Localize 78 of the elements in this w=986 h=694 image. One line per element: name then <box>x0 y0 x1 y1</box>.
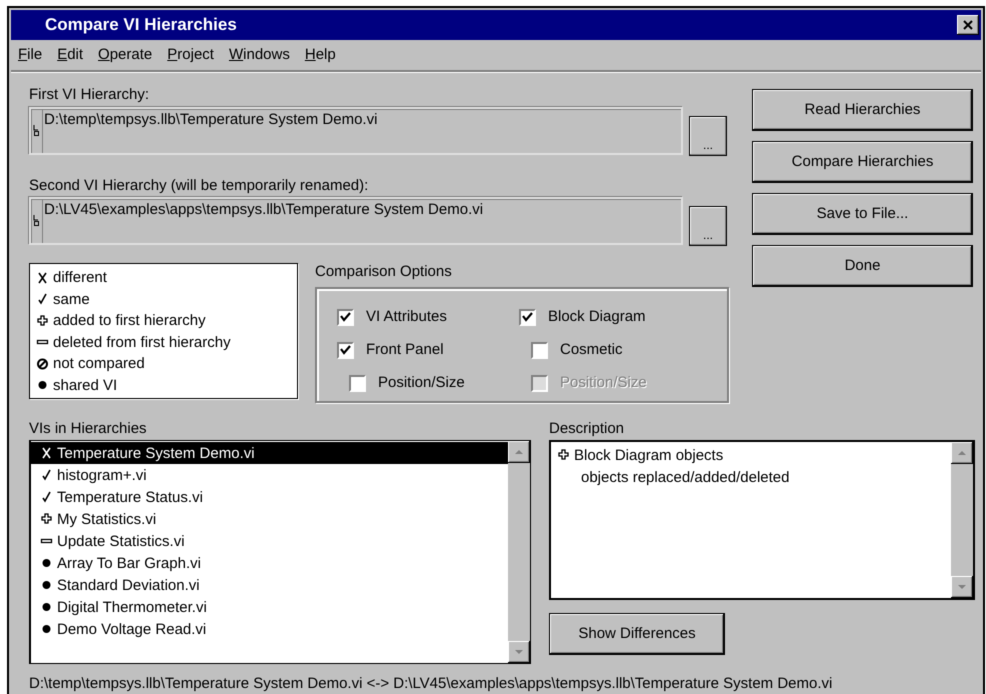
dialog-button[interactable]: Compare Hierarchies <box>752 141 973 183</box>
dialog-button[interactable]: Done <box>752 245 973 287</box>
scroll-down-button[interactable] <box>951 576 973 598</box>
hierarchy-icon <box>33 215 40 227</box>
field-label: First VI Hierarchy: <box>29 85 150 105</box>
dot-icon <box>40 600 53 614</box>
list-item[interactable]: Temperature System Demo.vi <box>31 442 508 464</box>
checkbox-label[interactable]: Front Panel <box>366 338 444 362</box>
scrollbar[interactable] <box>508 441 530 663</box>
up-arrow-icon <box>513 447 525 457</box>
list-item[interactable]: Demo Voltage Read.vi <box>31 618 508 640</box>
group-title: Comparison Options <box>315 262 453 282</box>
plus-icon <box>557 448 570 462</box>
list-title: VIs in Hierarchies <box>29 418 148 438</box>
checkbox-label[interactable]: VI Attributes <box>366 306 447 328</box>
checkbox[interactable] <box>349 374 366 392</box>
window-title: Compare VI Hierarchies <box>45 14 237 36</box>
checkbox-label[interactable]: Block Diagram <box>548 306 646 328</box>
checkbox[interactable] <box>519 308 536 326</box>
menu-item[interactable]: Project <box>166 44 215 66</box>
different-icon <box>36 270 49 285</box>
show-differences-button[interactable]: Show Differences <box>549 613 725 655</box>
dialog-button[interactable]: Read Hierarchies <box>752 89 973 131</box>
checkbox[interactable] <box>337 308 354 326</box>
legend-text: not compared <box>53 356 145 372</box>
path-text: D:\LV45\examples\apps\tempsys.llb\Temperature System Demo.vi <box>42 199 484 243</box>
hierarchy-icon <box>33 124 40 136</box>
down-arrow-icon <box>513 647 525 657</box>
menu-item[interactable]: Edit <box>56 44 84 66</box>
status-text: D:\temp\tempsys.llb\Temperature System Demo.vi <-> D:\LV45\examples\apps\tempsys.llb\Temperature System Demo.vi <box>29 674 834 694</box>
scroll-up-button[interactable] <box>951 442 973 464</box>
scroll-down-button[interactable] <box>508 641 530 663</box>
dialog-button[interactable]: Save to File... <box>752 193 973 235</box>
checkbox-label[interactable]: Cosmetic <box>560 338 623 362</box>
description-text: objects replaced/added/deleted <box>580 468 790 488</box>
dot-icon <box>40 578 53 592</box>
dot-icon <box>40 556 53 570</box>
checkbox[interactable] <box>531 342 548 358</box>
scroll-up-button[interactable] <box>508 441 530 463</box>
down-arrow-icon <box>956 582 968 592</box>
up-arrow-icon <box>956 448 968 458</box>
list-item[interactable]: Standard Deviation.vi <box>31 574 508 596</box>
check-icon <box>36 292 49 306</box>
menu-item[interactable]: Operate <box>97 44 154 66</box>
list-item[interactable]: My Statistics.vi <box>31 508 508 530</box>
legend-text: deleted from first hierarchy <box>53 334 231 350</box>
check-icon <box>40 490 53 504</box>
path-field[interactable]: D:\temp\tempsys.llb\Temperature System Demo.vi <box>29 106 683 154</box>
field-label: Second VI Hierarchy (will be temporarily renamed): <box>29 176 370 196</box>
different-icon <box>40 446 53 460</box>
description-text: Block Diagram objects <box>574 448 724 462</box>
list-item[interactable]: Array To Bar Graph.vi <box>31 552 508 574</box>
no-entry-icon <box>36 356 49 371</box>
menu-item[interactable]: File <box>17 44 44 66</box>
browse-button[interactable]: ... <box>689 116 727 156</box>
menu-item[interactable]: Windows <box>228 44 291 66</box>
list-item[interactable]: Update Statistics.vi <box>31 530 508 552</box>
legend-text: shared VI <box>53 378 118 393</box>
close-button[interactable] <box>957 15 979 35</box>
list-item[interactable]: Temperature Status.vi <box>31 486 508 508</box>
path-text: D:\temp\tempsys.llb\Temperature System Demo.vi <box>42 108 378 152</box>
dot-icon <box>40 622 53 636</box>
path-field[interactable]: D:\LV45\examples\apps\tempsys.llb\Temperature System Demo.vi <box>29 197 683 245</box>
plus-icon <box>40 512 53 526</box>
legend-text: different <box>53 270 107 286</box>
close-icon <box>963 20 973 30</box>
checkbox-label[interactable]: Position/Size <box>378 372 465 394</box>
scrollbar[interactable] <box>951 442 973 598</box>
checkbox[interactable] <box>337 342 354 358</box>
plus-icon <box>36 314 49 328</box>
legend-text: added to first hierarchy <box>53 313 206 328</box>
list-title: Description <box>549 418 626 438</box>
legend-text: same <box>53 292 90 307</box>
list-item[interactable]: Digital Thermometer.vi <box>31 596 508 618</box>
list-item[interactable]: histogram+.vi <box>31 464 508 486</box>
browse-button[interactable]: ... <box>689 206 727 246</box>
menu-item[interactable]: Help <box>304 44 337 66</box>
check-icon <box>40 468 53 482</box>
